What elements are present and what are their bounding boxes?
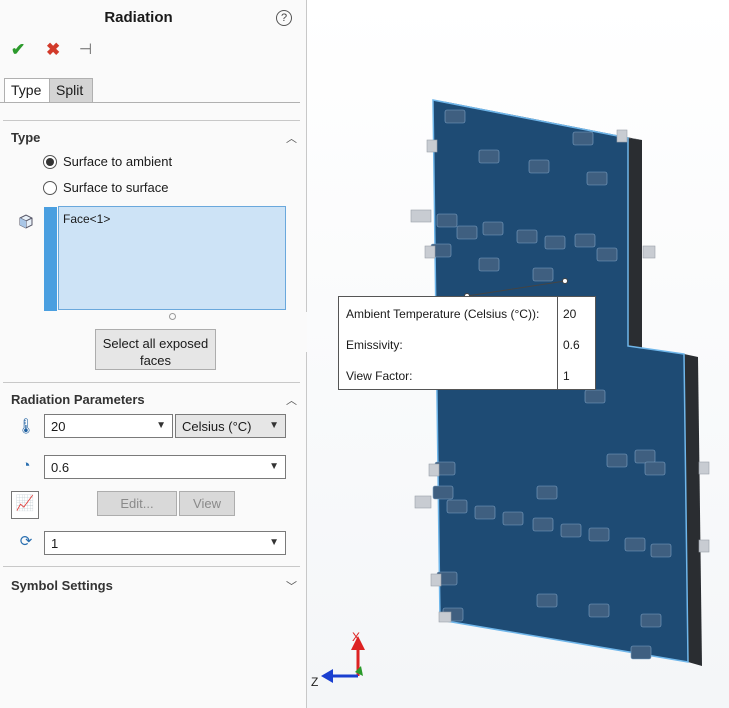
- pin-icon[interactable]: ⊣: [79, 40, 92, 60]
- temperature-combo[interactable]: 20 ▼: [44, 414, 173, 438]
- tab-divider: [0, 102, 300, 103]
- chevron-up-icon[interactable]: ︿: [286, 392, 297, 408]
- chevron-down-icon[interactable]: ▼: [269, 461, 279, 472]
- emissivity-icon: ◔: [21, 457, 31, 474]
- view-button[interactable]: View: [179, 491, 235, 516]
- radiation-parameters-heading[interactable]: Radiation Parameters: [11, 392, 145, 407]
- tab-type[interactable]: Type: [4, 78, 51, 103]
- selection-color-bar: [44, 207, 57, 311]
- callout-label: View Factor:: [346, 369, 413, 383]
- list-item[interactable]: Face<1>: [63, 212, 110, 226]
- cancel-x-icon[interactable]: ✖: [46, 40, 60, 60]
- chevron-down-icon[interactable]: ▼: [269, 537, 279, 548]
- section-divider: [3, 382, 300, 383]
- button-label-line: faces: [139, 353, 172, 368]
- button-label-line: Select all exposed: [102, 336, 209, 351]
- panel-title: Radiation: [104, 9, 173, 26]
- callout-value: 1: [563, 369, 570, 383]
- leader-anchor: [562, 278, 568, 284]
- graph-curve-icon[interactable]: 📈: [11, 491, 39, 519]
- view-factor-icon: ⟳: [19, 533, 33, 550]
- triad-z-arrow: [321, 669, 333, 683]
- emissivity-value: 0.6: [51, 460, 70, 475]
- ok-checkmark-icon[interactable]: ✔: [11, 40, 25, 60]
- callout-value: 0.6: [563, 338, 580, 352]
- temperature-value: 20: [51, 419, 66, 434]
- faces-selection-list[interactable]: Face<1>: [58, 206, 286, 310]
- unit-value: Celsius (°C): [182, 419, 252, 434]
- thermometer-icon: 🌡: [16, 418, 36, 435]
- triad-z-label: Z: [311, 675, 319, 689]
- section-divider: [3, 566, 300, 567]
- symbol-settings-heading[interactable]: Symbol Settings: [11, 578, 113, 593]
- radiation-parameters-callout: Ambient Temperature (Celsius (°C)): 20 E…: [338, 296, 596, 390]
- help-icon[interactable]: ?: [276, 10, 292, 26]
- chevron-down-icon[interactable]: ▼: [156, 420, 166, 431]
- radio-button-selected[interactable]: [43, 155, 57, 169]
- list-resize-handle[interactable]: [169, 313, 176, 320]
- callout-value: 20: [563, 307, 577, 321]
- callout-separator: [557, 297, 558, 389]
- chevron-down-icon[interactable]: ▼: [269, 420, 279, 431]
- radio-label: Surface to surface: [63, 180, 169, 195]
- callout-label: Emissivity:: [346, 338, 403, 352]
- select-all-exposed-faces-button[interactable]: Select all exposed faces: [95, 329, 216, 370]
- chevron-up-icon[interactable]: ︿: [286, 130, 297, 146]
- face-cube-icon: [19, 214, 33, 229]
- view-factor-value: 1: [51, 536, 59, 551]
- radio-button[interactable]: [43, 181, 57, 195]
- view-factor-combo[interactable]: 1 ▼: [44, 531, 286, 555]
- edit-button[interactable]: Edit...: [97, 491, 177, 516]
- callout-label: Ambient Temperature (Celsius (°C)):: [346, 307, 540, 321]
- tab-split[interactable]: Split: [49, 78, 93, 103]
- radio-label: Surface to ambient: [63, 154, 173, 169]
- chevron-down-icon[interactable]: ﹀: [286, 578, 297, 594]
- section-divider: [3, 120, 300, 121]
- property-manager-panel: Radiation ? ✔ ✖ ⊣ Type Split Type ︿ Surf…: [0, 0, 307, 708]
- triad-x-label: X: [352, 630, 361, 644]
- temperature-unit-select[interactable]: Celsius (°C) ▼: [175, 414, 286, 438]
- emissivity-combo[interactable]: 0.6 ▼: [44, 455, 286, 479]
- plate-side-face: [628, 138, 642, 350]
- type-section-heading[interactable]: Type: [11, 130, 40, 145]
